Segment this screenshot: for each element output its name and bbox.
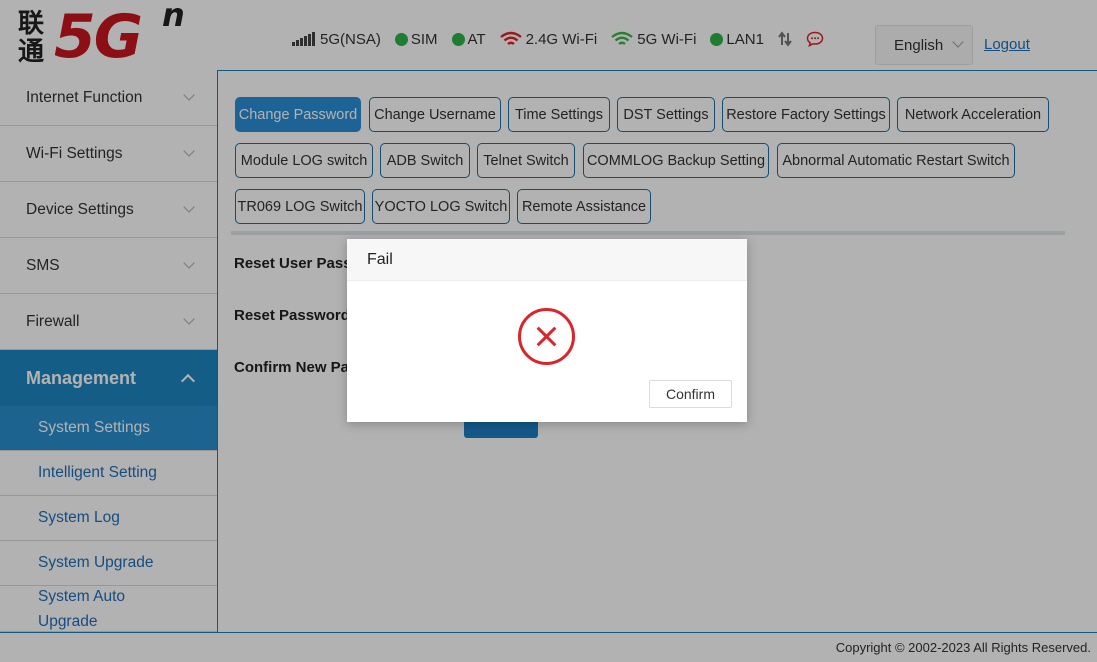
dialog-title: Fail [347, 239, 747, 281]
error-x-icon [518, 308, 575, 365]
confirm-button[interactable]: Confirm [649, 380, 732, 408]
fail-dialog: Fail Confirm [347, 239, 747, 422]
